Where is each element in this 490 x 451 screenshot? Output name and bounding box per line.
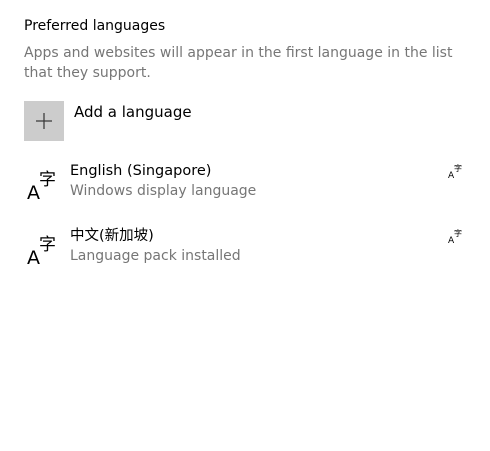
language-status: Windows display language [70,183,257,199]
add-language-button[interactable]: Add a language [24,101,244,141]
language-text: 中文(新加坡) Language pack installed [70,226,241,266]
language-status: Language pack installed [70,248,241,264]
add-language-tile[interactable] [24,101,64,141]
display-language-feature-icon: A 字 [448,163,462,179]
add-language-label: Add a language [74,103,192,121]
feature-icon-cjk-glyph: 字 [454,163,462,173]
language-icon-cjk-glyph: 字 [39,170,56,190]
language-name: English (Singapore) [70,163,212,179]
feature-icon-cjk-glyph: 字 [454,228,462,238]
language-icon: A 字 [27,170,56,202]
section-title: Preferred languages [24,18,166,34]
display-language-feature-icon: A 字 [448,228,462,244]
plus-icon [36,113,52,129]
section-description: Apps and websites will appear in the fir… [24,45,453,81]
language-item-english-singapore[interactable]: A 字 English (Singapore) Windows display … [24,161,468,211]
language-name: 中文(新加坡) [70,228,154,244]
language-icon: A 字 [27,235,56,267]
language-item-chinese-singapore[interactable]: A 字 中文(新加坡) Language pack installed A 字 [24,226,468,276]
language-text: English (Singapore) Windows display lang… [70,161,256,201]
language-icon-cjk-glyph: 字 [39,235,56,255]
